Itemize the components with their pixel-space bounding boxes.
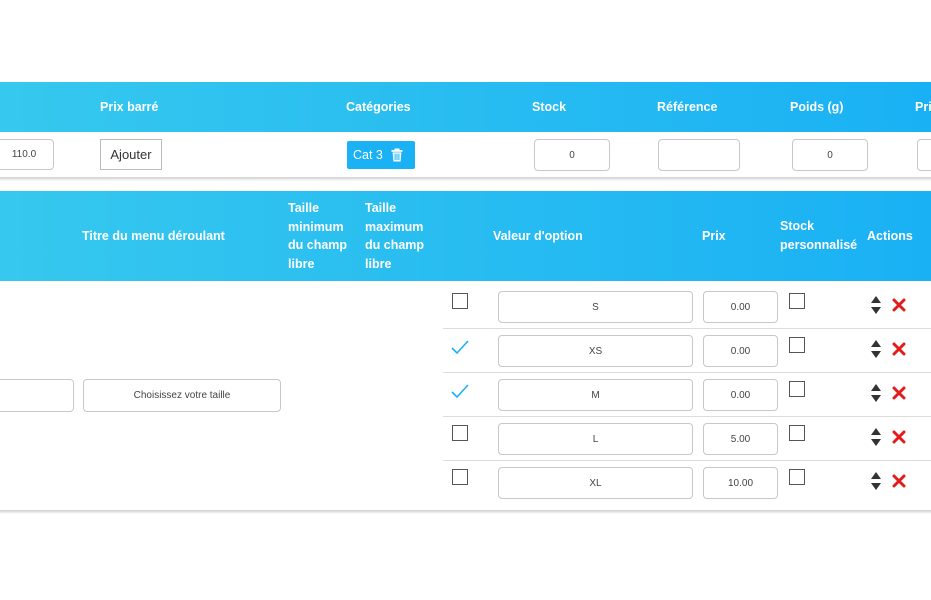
product-table-shadow xyxy=(0,178,931,181)
option-value-input[interactable]: XS xyxy=(498,335,693,367)
header-price-truncated: Pri xyxy=(915,100,931,114)
custom-stock-checkbox[interactable] xyxy=(789,337,805,353)
header-min-size-line: minimum xyxy=(288,219,344,234)
header-price: Prix xyxy=(702,229,726,243)
option-name-input[interactable] xyxy=(0,379,74,412)
check-icon[interactable] xyxy=(450,338,470,356)
close-icon[interactable] xyxy=(892,342,906,356)
row-separator xyxy=(443,372,931,373)
sort-arrows-icon[interactable] xyxy=(869,295,883,315)
price-input-truncated[interactable] xyxy=(917,139,931,171)
custom-stock-checkbox[interactable] xyxy=(789,425,805,441)
row-separator xyxy=(443,328,931,329)
header-max-size-line: maximum xyxy=(365,219,424,234)
header-option-value: Valeur d'option xyxy=(493,229,583,243)
header-compare-price: Prix barré xyxy=(100,100,159,114)
option-value-input[interactable]: XL xyxy=(498,467,693,499)
row-separator xyxy=(443,460,931,461)
option-price-input[interactable]: 5.00 xyxy=(703,423,778,455)
row-separator xyxy=(443,416,931,417)
category-badge: Cat 3 xyxy=(347,141,415,169)
header-weight: Poids (g) xyxy=(790,100,844,114)
sort-arrows-icon[interactable] xyxy=(869,383,883,403)
header-dropdown-title: Titre du menu déroulant xyxy=(82,229,225,243)
sort-arrows-icon[interactable] xyxy=(869,427,883,447)
close-icon[interactable] xyxy=(892,386,906,400)
custom-stock-checkbox[interactable] xyxy=(789,381,805,397)
header-max-size-line: Taille xyxy=(365,201,397,215)
header-reference: Référence xyxy=(657,100,718,114)
custom-stock-checkbox[interactable] xyxy=(789,293,805,309)
option-price-input[interactable]: 0.00 xyxy=(703,379,778,411)
sort-arrows-icon[interactable] xyxy=(869,339,883,359)
header-custom-stock-line: Stock xyxy=(780,219,815,233)
price-input[interactable]: 110.0 xyxy=(0,139,54,170)
row-select-checkbox[interactable] xyxy=(452,293,468,309)
stock-input[interactable]: 0 xyxy=(534,139,610,171)
option-value-input[interactable]: M xyxy=(498,379,693,411)
close-icon[interactable] xyxy=(892,474,906,488)
trash-icon[interactable] xyxy=(391,148,403,162)
weight-input[interactable]: 0 xyxy=(792,139,868,171)
close-icon[interactable] xyxy=(892,430,906,444)
row-select-checkbox[interactable] xyxy=(452,425,468,441)
option-price-input[interactable]: 10.00 xyxy=(703,467,778,499)
header-actions: Actions xyxy=(867,229,913,243)
reference-input[interactable] xyxy=(658,139,740,171)
close-icon[interactable] xyxy=(892,298,906,312)
header-stock: Stock xyxy=(532,100,567,114)
options-table-shadow xyxy=(0,511,931,514)
header-custom-stock-line: personnalisé xyxy=(780,237,858,252)
header-min-size-line: Taille xyxy=(288,201,320,215)
header-max-size-line: du champ xyxy=(365,238,425,252)
sort-arrows-icon[interactable] xyxy=(869,471,883,491)
dropdown-title-input[interactable]: Choisissez votre taille xyxy=(83,379,281,412)
option-value-input[interactable]: S xyxy=(498,291,693,323)
option-price-input[interactable]: 0.00 xyxy=(703,291,778,323)
header-min-size: Taille minimum du champ libre xyxy=(288,199,347,273)
category-badge-label: Cat 3 xyxy=(353,148,383,162)
header-max-size: Taille maximum du champ libre xyxy=(365,199,424,273)
check-icon[interactable] xyxy=(450,382,470,400)
header-categories: Catégories xyxy=(346,100,411,114)
add-compare-price-button[interactable]: Ajouter xyxy=(100,139,162,170)
header-max-size-line: libre xyxy=(365,256,392,271)
row-select-checkbox[interactable] xyxy=(452,469,468,485)
header-min-size-line: du champ xyxy=(288,238,348,252)
header-custom-stock: Stock personnalisé xyxy=(780,217,857,254)
header-min-size-line: libre xyxy=(288,256,315,271)
option-value-input[interactable]: L xyxy=(498,423,693,455)
option-price-input[interactable]: 0.00 xyxy=(703,335,778,367)
custom-stock-checkbox[interactable] xyxy=(789,469,805,485)
